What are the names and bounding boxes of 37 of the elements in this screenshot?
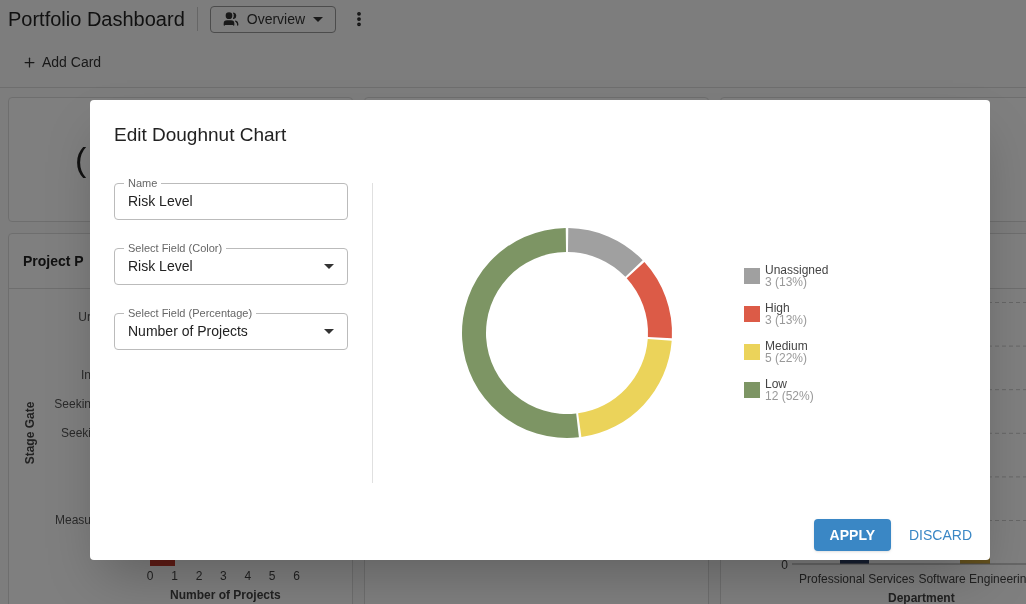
axis-label: Seeki	[60, 424, 91, 442]
axis-label: Software Engineerin	[918, 571, 1026, 588]
axis-tick-label: 6	[293, 568, 300, 585]
axis-tick-label: 3	[220, 568, 227, 585]
axis-label: Professional Services	[799, 571, 915, 588]
axis-label: Ur	[78, 308, 91, 326]
dialog-title: Edit Doughnut Chart	[114, 123, 288, 147]
field-label: Name	[124, 176, 162, 190]
legend-value: 5 (22%)	[765, 351, 808, 364]
legend-value: 3 (13%)	[765, 313, 808, 326]
legend-value: 12 (52%)	[765, 389, 814, 402]
axis-title: Department	[888, 590, 956, 604]
axis-tick-label: 5	[268, 568, 276, 585]
axis-title: Stage Gate	[22, 401, 38, 464]
axis-tick-label: 1	[171, 568, 178, 585]
axis-label: Seekin	[54, 395, 91, 413]
axis-tick-label: 0	[146, 568, 154, 585]
card-title: Project P	[23, 251, 84, 271]
legend-value: 3 (13%)	[765, 275, 808, 288]
legend-label: Low	[765, 377, 788, 390]
page-title: Portfolio Dashboard	[8, 7, 185, 32]
field-label: Select Field (Percentage)	[124, 306, 257, 320]
view-dropdown-button[interactable]: Overview	[209, 5, 337, 33]
axis-title: Number of Projects	[170, 587, 282, 604]
discard-button[interactable]: DISCARD	[907, 519, 974, 551]
axis-tick-label: 2	[195, 568, 203, 585]
kpi-value: (	[75, 139, 87, 180]
legend-label: High	[765, 301, 790, 314]
axis-label: In	[81, 366, 91, 384]
axis-tick-label: 4	[244, 568, 252, 585]
legend-label: Unassigned	[765, 263, 829, 276]
apply-button[interactable]: APPLY	[813, 519, 891, 551]
add-card-button[interactable]: Add Card	[22, 52, 102, 73]
legend-label: Medium	[765, 339, 808, 352]
axis-label: Measu	[54, 511, 91, 529]
axis-tick-label: 0	[781, 559, 788, 571]
field-label: Select Field (Color)	[124, 241, 227, 255]
